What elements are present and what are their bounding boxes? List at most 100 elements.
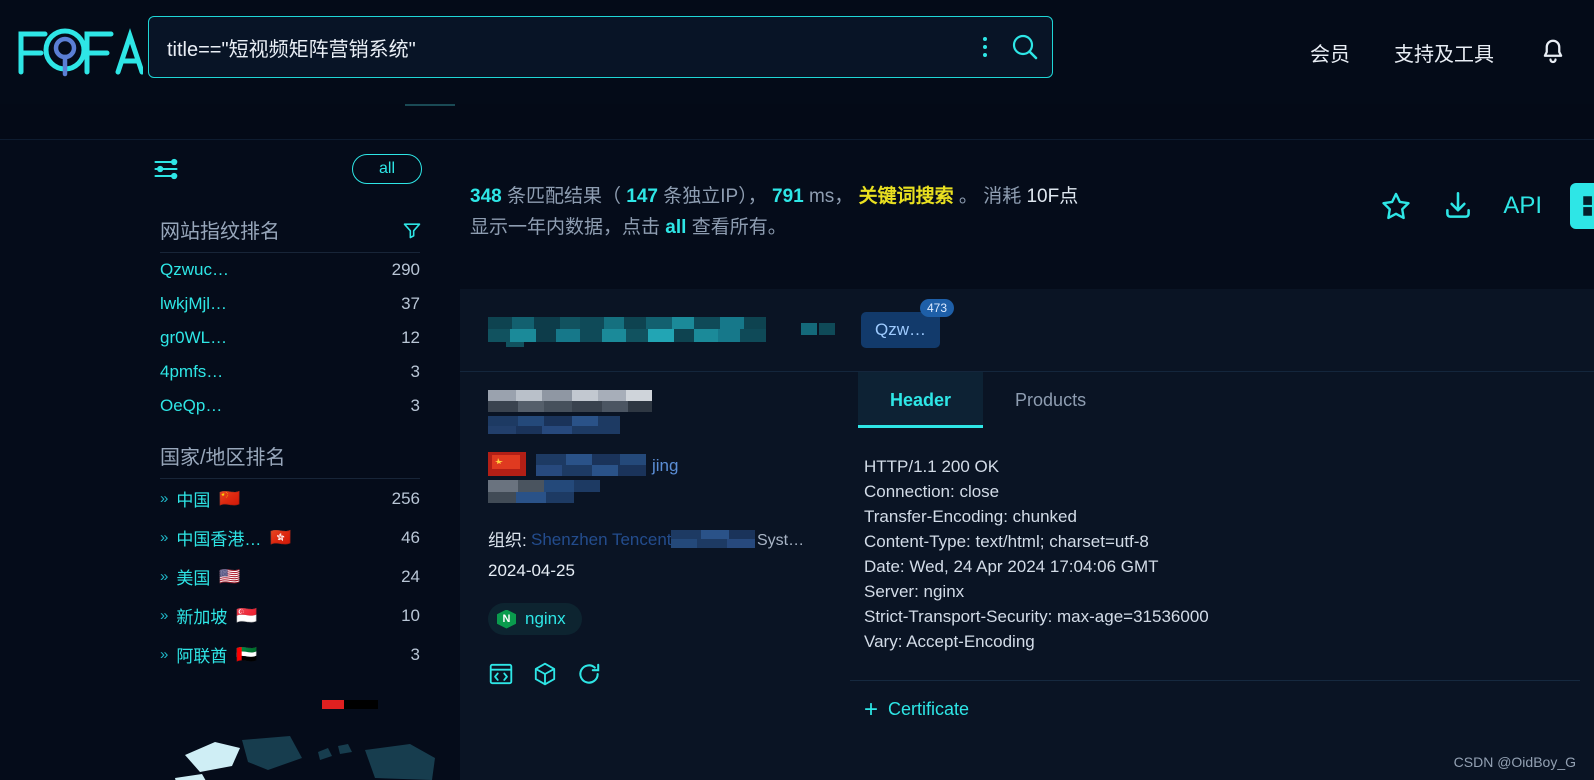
country-count: 256 — [391, 488, 420, 508]
country-title: 国家/地区排名 — [160, 447, 286, 469]
expand-icon[interactable]: » — [160, 646, 168, 663]
world-map — [170, 700, 440, 780]
grid-layout-icon[interactable] — [1570, 183, 1594, 229]
fofa-search-page: 会员 支持及工具 — [0, 0, 1594, 780]
http-headers-text: HTTP/1.1 200 OK Connection: close Transf… — [864, 457, 1209, 651]
star-icon[interactable] — [1379, 189, 1413, 223]
elapsed-ms: 791 — [772, 186, 804, 207]
fingerprint-name[interactable]: lwkjMjl… — [160, 294, 227, 314]
expand-icon[interactable]: » — [160, 607, 168, 624]
all-filter-button[interactable]: all — [351, 154, 422, 184]
summary-line-2: 显示一年内数据，点击 all 查看所有。 — [470, 212, 1300, 243]
search-bar[interactable] — [148, 16, 1053, 78]
api-link[interactable]: API — [1503, 192, 1542, 220]
redacted-title-mosaic — [488, 390, 652, 435]
summary-line2-b: 查看所有。 — [691, 217, 787, 238]
country-count: 46 — [401, 527, 420, 547]
plus-icon: + — [864, 695, 879, 723]
support-tools-link[interactable]: 支持及工具 — [1394, 38, 1494, 67]
country-list: » 中国 🇨🇳 256 » 中国香港… 🇭🇰 46 » 美国 🇺🇸 24 » 新加坡 🇸🇬 10 » 阿联酋 🇦🇪 3 — [140, 479, 440, 674]
watermark: CSDN @OidBoy_G — [1453, 754, 1576, 770]
star-glyph — [1382, 192, 1410, 220]
active-tab-indicator — [405, 104, 455, 106]
sidebar: all 网站指纹排名 Qzwuc… 290 lwkjMjl… 37 gr0WL… 12 4p… — [140, 141, 440, 780]
search-icon[interactable] — [998, 17, 1052, 77]
redacted-organization-mosaic: Shenzhen Tencent Syst… — [531, 529, 804, 549]
sliders-glyph — [154, 158, 178, 180]
fingerprint-name[interactable]: 4pmfs… — [160, 362, 223, 382]
fingerprint-count: 3 — [410, 362, 420, 381]
search-input[interactable] — [149, 17, 972, 77]
fingerprint-section-header: 网站指纹排名 — [140, 197, 440, 252]
tab-products[interactable]: Products — [983, 372, 1118, 428]
fingerprint-row: OeQp… 3 — [140, 389, 440, 423]
fingerprint-tag[interactable]: Qzw… 473 — [861, 299, 954, 348]
summary-line2-a: 显示一年内数据，点击 — [470, 217, 661, 238]
member-link[interactable]: 会员 — [1310, 38, 1350, 67]
summary-text-4: 。 — [958, 186, 978, 207]
country-count: 24 — [401, 566, 420, 586]
country-row: » 中国香港… 🇭🇰 46 — [140, 518, 440, 557]
country-row: » 中国 🇨🇳 256 — [140, 479, 440, 518]
sliders-icon[interactable] — [152, 155, 180, 183]
country-row: » 美国 🇺🇸 24 — [140, 557, 440, 596]
expand-icon[interactable]: » — [160, 568, 168, 585]
refresh-icon[interactable] — [576, 661, 602, 687]
result-card: Qzw… 473 jing 组织: Shenzhen Tencent Syst…… — [460, 289, 1594, 780]
keyword-search-label[interactable]: 关键词搜索 — [859, 186, 954, 207]
country-name[interactable]: 中国 — [176, 486, 210, 511]
country-name[interactable]: 美国 — [176, 564, 210, 589]
vertical-dots-icon[interactable] — [972, 30, 998, 64]
country-flag-icon: 🇭🇰 — [270, 528, 292, 547]
country-name[interactable]: 新加坡 — [176, 603, 227, 628]
fingerprint-name[interactable]: Qzwuc… — [160, 260, 229, 280]
download-icon[interactable] — [1441, 189, 1475, 223]
tab-header[interactable]: Header — [858, 372, 984, 428]
country-name[interactable]: 阿联酋 — [176, 642, 227, 667]
bell-icon[interactable] — [1538, 37, 1568, 67]
product-chip-nginx[interactable]: N nginx — [488, 603, 582, 635]
organization-label: 组织: — [488, 531, 527, 550]
match-count: 348 — [470, 186, 502, 207]
grid-glyph — [1583, 196, 1592, 216]
country-name[interactable]: 中国香港… — [176, 525, 261, 550]
redacted-host — [488, 313, 839, 347]
cost-prefix: 消耗 — [983, 186, 1022, 207]
certificate-toggle[interactable]: + Certificate — [850, 681, 1594, 723]
all-inline-link[interactable]: all — [665, 217, 686, 238]
expand-icon[interactable]: » — [160, 490, 168, 507]
fingerprint-name[interactable]: gr0WL… — [160, 328, 227, 348]
code-window-icon[interactable] — [488, 661, 514, 687]
result-meta-column: jing 组织: Shenzhen Tencent Syst… 2024-04-… — [460, 372, 850, 780]
result-detail-panel: Header Products HTTP/1.1 200 OK Connectio… — [850, 372, 1594, 780]
sidebar-toolbar: all — [140, 141, 440, 197]
bell-glyph — [1543, 39, 1563, 64]
fingerprint-count: 290 — [391, 260, 420, 279]
country-count: 3 — [410, 644, 420, 664]
cube-icon[interactable] — [532, 661, 558, 687]
fingerprint-count: 3 — [410, 396, 420, 415]
country-row: » 阿联酋 🇦🇪 3 — [140, 635, 440, 674]
country-flag-icon: 🇸🇬 — [236, 606, 258, 625]
fingerprint-name[interactable]: OeQp… — [160, 396, 222, 416]
country-section-header: 国家/地区排名 — [140, 423, 440, 478]
fingerprint-tag-label: Qzw… — [875, 320, 926, 339]
result-card-body: jing 组织: Shenzhen Tencent Syst… 2024-04-… — [460, 372, 1594, 780]
country-count: 10 — [401, 605, 420, 625]
fingerprint-row: 4pmfs… 3 — [140, 355, 440, 389]
result-date: 2024-04-25 — [488, 561, 575, 580]
summary-line-1: 348 条匹配结果（ 147 条独立IP）， 791 ms， 关键词搜索 。 消… — [470, 181, 1300, 212]
svg-text:Shenzhen Tencent: Shenzhen Tencent — [531, 530, 672, 549]
country-flag-icon: 🇦🇪 — [236, 645, 258, 664]
summary-text-2: 条独立IP）， — [663, 186, 767, 207]
fingerprint-row: lwkjMjl… 37 — [140, 287, 440, 321]
expand-icon[interactable]: » — [160, 529, 168, 546]
funnel-icon[interactable] — [402, 220, 422, 240]
result-action-icons — [488, 661, 850, 687]
fofa-logo[interactable] — [0, 0, 150, 104]
certificate-label: Certificate — [888, 699, 970, 719]
summary-text-1: 条匹配结果（ — [506, 186, 621, 207]
results-actions: API — [1379, 183, 1594, 229]
cost-value: 10F点 — [1026, 186, 1079, 207]
world-map-glyph — [175, 700, 435, 780]
